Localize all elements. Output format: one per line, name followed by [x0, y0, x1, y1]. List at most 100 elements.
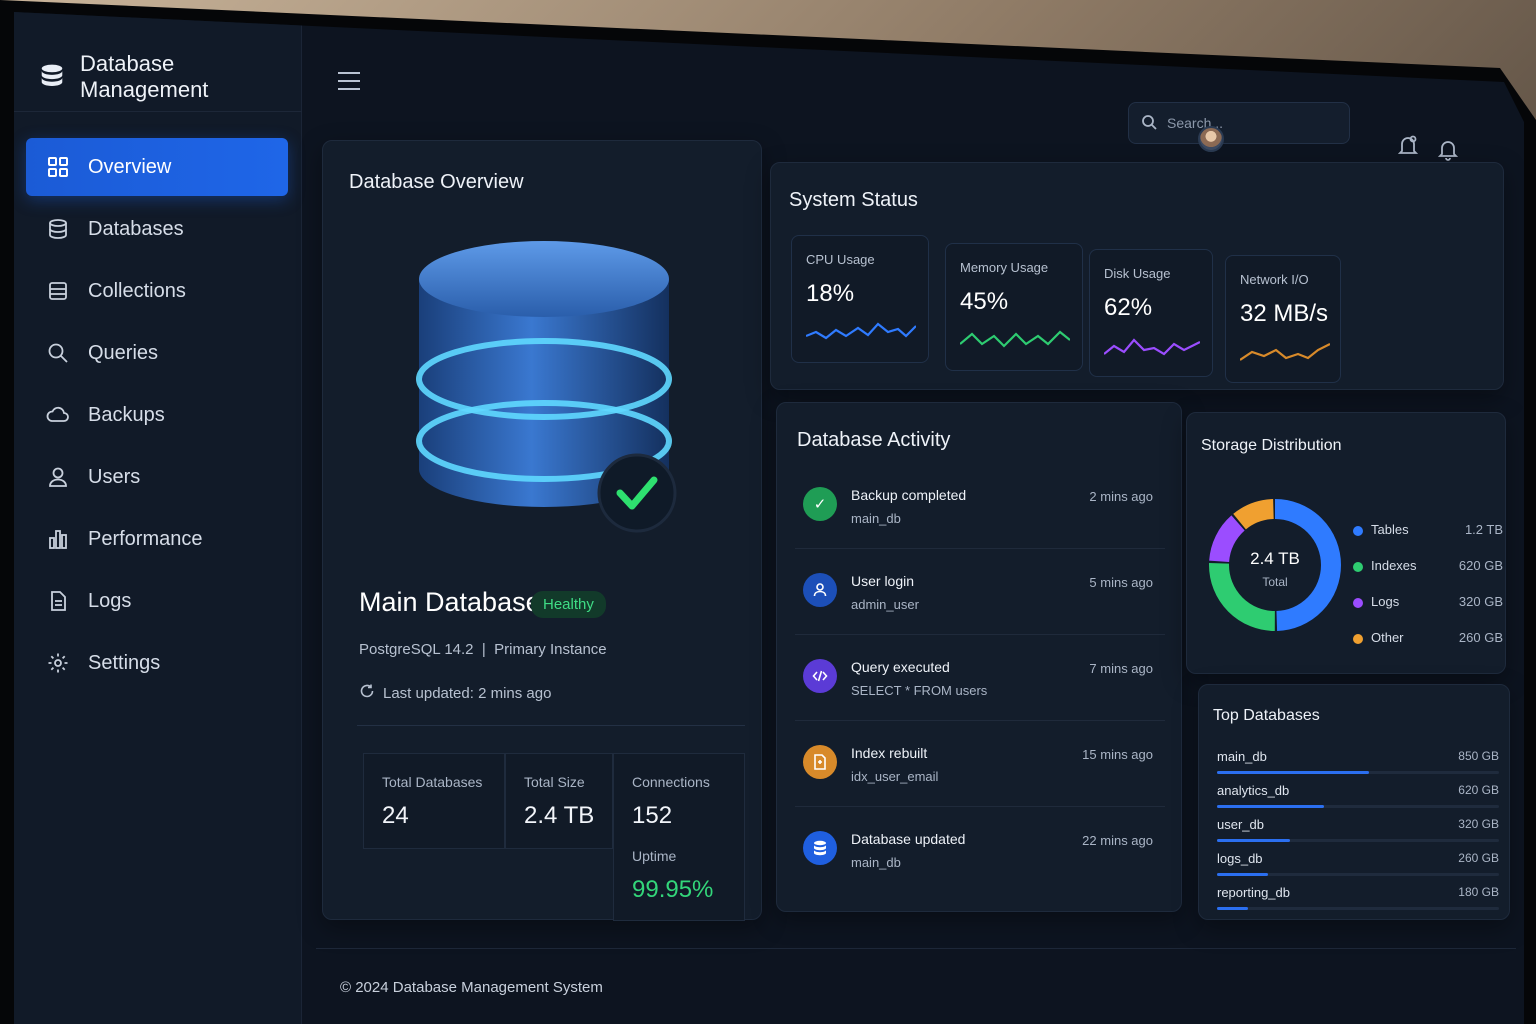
activity-item[interactable]: ✓ Backup completed main_db 2 mins ago	[795, 465, 1165, 549]
metric-value: 32 MB/s	[1240, 300, 1329, 327]
user-icon	[46, 465, 70, 489]
metric-label: CPU Usage	[806, 252, 875, 267]
top-database-row[interactable]: analytics_db 620 GB	[1217, 783, 1499, 817]
activity-item[interactable]: Database updated main_db 22 mins ago	[795, 809, 1165, 893]
sidebar-item-backups[interactable]: Backups	[26, 386, 288, 444]
activity-title: Database Activity	[797, 429, 951, 451]
donut-total-label: Total	[1262, 575, 1288, 589]
last-updated: Last updated: 2 mins ago	[359, 683, 551, 703]
metric-value: 18%	[806, 280, 855, 307]
search-icon	[1141, 114, 1157, 133]
activity-item[interactable]: Query executed SELECT * FROM users 7 min…	[795, 637, 1165, 721]
activity-time: 15 mins ago	[1082, 747, 1153, 762]
last-updated-text: Last updated: 2 mins ago	[383, 684, 552, 702]
database-name: reporting_db	[1217, 885, 1290, 900]
top-databases-title: Top Databases	[1213, 707, 1320, 724]
sidebar-nav: Overview Databases Collections Queries B…	[26, 138, 288, 696]
stat-total-databases: Total Databases 24	[363, 753, 505, 849]
database-icon	[46, 217, 70, 241]
stat-connections: Connections 152 Uptime 99.95%	[613, 753, 745, 921]
activity-subtitle: main_db	[851, 511, 901, 526]
refresh-icon[interactable]	[359, 683, 375, 703]
search-input[interactable]: Search...	[1128, 102, 1350, 144]
database-size: 180 GB	[1458, 885, 1499, 899]
sidebar-item-logs[interactable]: Logs	[26, 572, 288, 630]
activity-item[interactable]: Index rebuilt idx_user_email 15 mins ago	[795, 723, 1165, 807]
sidebar-item-queries[interactable]: Queries	[26, 324, 288, 382]
top-database-row[interactable]: user_db 320 GB	[1217, 817, 1499, 851]
database-name: user_db	[1217, 817, 1264, 832]
menu-icon[interactable]	[338, 72, 360, 90]
sidebar-item-label: Databases	[88, 217, 184, 240]
sidebar: Database Management Overview Databases C…	[14, 12, 302, 1024]
system-status-title: System Status	[789, 189, 918, 211]
database-size: 320 GB	[1458, 817, 1499, 831]
legend-item-tables: Tables 1.2 TB	[1353, 521, 1503, 541]
sidebar-item-databases[interactable]: Databases	[26, 200, 288, 258]
sidebar-item-performance[interactable]: Performance	[26, 510, 288, 568]
code-icon	[803, 659, 837, 693]
stat-value: 2.4 TB	[524, 802, 595, 829]
activity-time: 22 mins ago	[1082, 833, 1153, 848]
storage-distribution-card: Storage Distribution 2.4 TB Total Tables…	[1186, 412, 1506, 674]
legend-item-other: Other 260 GB	[1353, 629, 1503, 649]
top-database-row[interactable]: main_db 850 GB	[1217, 749, 1499, 783]
metric-value: 62%	[1104, 294, 1153, 321]
activity-title-text: Index rebuilt	[851, 745, 928, 761]
storage-title: Storage Distribution	[1201, 437, 1342, 454]
search-icon	[46, 341, 70, 365]
notification-settings-icon[interactable]	[1396, 134, 1420, 158]
bell-icon[interactable]	[1436, 138, 1460, 162]
uptime-label: Uptime	[632, 848, 677, 864]
stat-label: Connections	[632, 774, 710, 790]
database-size: 620 GB	[1458, 783, 1499, 797]
legend-dot	[1353, 526, 1363, 536]
legend-item-indexes: Indexes 620 GB	[1353, 557, 1503, 577]
size-bar-track	[1217, 839, 1499, 842]
size-bar	[1217, 805, 1325, 808]
stat-label: Total Databases	[382, 774, 483, 790]
activity-time: 5 mins ago	[1089, 575, 1153, 590]
sidebar-item-label: Collections	[88, 279, 186, 302]
footer: © 2024 Database Management System	[316, 948, 1516, 1024]
database-icon	[803, 831, 837, 865]
activity-time: 2 mins ago	[1089, 489, 1153, 504]
cloud-icon	[46, 403, 70, 427]
sidebar-item-overview[interactable]: Overview	[26, 138, 288, 196]
top-database-row[interactable]: reporting_db 180 GB	[1217, 885, 1499, 919]
database-name: Main Database	[359, 587, 541, 617]
meta-separator: |	[481, 641, 486, 658]
database-logo-icon	[40, 64, 64, 89]
activity-item[interactable]: User login admin_user 5 mins ago	[795, 551, 1165, 635]
bar-chart-icon	[46, 527, 70, 551]
legend-name: Other	[1371, 630, 1404, 645]
network-sparkline	[1240, 343, 1330, 361]
document-icon	[46, 589, 70, 613]
app-screen: Database Management Overview Databases C…	[14, 12, 1524, 1024]
sidebar-item-label: Users	[88, 465, 141, 488]
sidebar-item-label: Logs	[88, 589, 132, 612]
size-bar-track	[1217, 771, 1499, 774]
activity-subtitle: main_db	[851, 855, 901, 870]
stat-label: Total Size	[524, 774, 585, 790]
database-meta: PostgreSQL 14.2 | Primary Instance	[359, 641, 607, 658]
database-name: main_db	[1217, 749, 1267, 764]
divider	[357, 725, 745, 726]
stat-total-size: Total Size 2.4 TB	[505, 753, 613, 849]
legend-name: Tables	[1371, 522, 1409, 537]
sidebar-item-collections[interactable]: Collections	[26, 262, 288, 320]
gear-icon	[46, 651, 70, 675]
database-name: logs_db	[1217, 851, 1263, 866]
top-database-row[interactable]: logs_db 260 GB	[1217, 851, 1499, 885]
database-size: 850 GB	[1458, 749, 1499, 763]
sidebar-item-settings[interactable]: Settings	[26, 634, 288, 692]
metric-label: Disk Usage	[1104, 266, 1171, 281]
metric-cpu: CPU Usage 18%	[791, 235, 929, 363]
disk-sparkline	[1104, 338, 1200, 356]
avatar[interactable]	[1198, 126, 1224, 152]
check-icon: ✓	[803, 487, 837, 521]
status-badge: Healthy	[531, 591, 606, 618]
sidebar-item-label: Performance	[88, 527, 203, 550]
legend-dot	[1353, 598, 1363, 608]
sidebar-item-users[interactable]: Users	[26, 448, 288, 506]
